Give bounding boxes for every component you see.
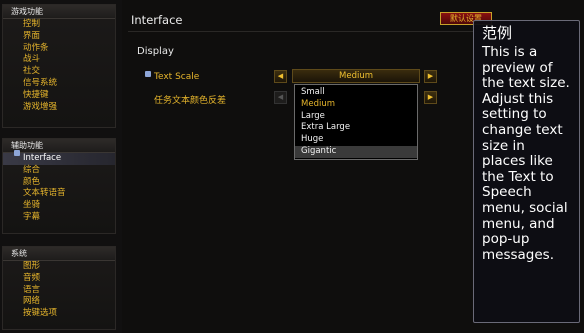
group-system: 系统 图形 音频 语言 网络 按键选项 bbox=[2, 246, 116, 330]
nav-item-audio[interactable]: 音频 bbox=[3, 273, 115, 285]
dropdown-option-gigantic[interactable]: Gigantic bbox=[295, 145, 417, 158]
nav-item-combat[interactable]: 战斗 bbox=[3, 54, 115, 66]
arrow-right-icon[interactable]: ▶ bbox=[424, 91, 437, 104]
nav-item-accessibility-interface[interactable]: Interface bbox=[3, 150, 115, 165]
nav-item-key-options[interactable]: 按键选项 bbox=[3, 308, 115, 320]
tooltip-title: 范例 bbox=[482, 24, 513, 42]
group-header-gameplay: 游戏功能 bbox=[3, 5, 115, 19]
group-header-system: 系统 bbox=[3, 247, 115, 261]
group-gameplay: 游戏功能 控制 界面 动作条 战斗 社交 信号系统 快捷键 游戏增强 bbox=[2, 4, 116, 128]
invert-quest-text-color-label: 任务文本颜色反差 bbox=[154, 96, 227, 106]
settings-sidebar: 游戏功能 控制 界面 动作条 战斗 社交 信号系统 快捷键 游戏增强 辅助功能 … bbox=[0, 0, 122, 333]
nav-item-mounts[interactable]: 坐骑 bbox=[3, 200, 115, 212]
selected-square-icon bbox=[14, 150, 20, 156]
arrow-left-icon[interactable]: ◀ bbox=[274, 70, 287, 83]
nav-item-keybindings[interactable]: 快捷键 bbox=[3, 90, 115, 102]
dropdown-option-small[interactable]: Small bbox=[295, 87, 417, 99]
nav-item-interface[interactable]: 界面 bbox=[3, 31, 115, 43]
nav-item-text-to-speech[interactable]: 文本转语音 bbox=[3, 188, 115, 200]
arrow-right-icon[interactable]: ▶ bbox=[424, 70, 437, 83]
nav-item-subtitles[interactable]: 字幕 bbox=[3, 212, 115, 224]
nav-item-ping-system[interactable]: 信号系统 bbox=[3, 78, 115, 90]
arrow-left-icon[interactable]: ◀ bbox=[274, 91, 287, 104]
text-scale-label: Text Scale bbox=[154, 72, 200, 82]
title-divider bbox=[128, 31, 474, 32]
nav-item-language[interactable]: 语言 bbox=[3, 285, 115, 297]
nav-item-colors[interactable]: 颜色 bbox=[3, 177, 115, 189]
section-heading: Display bbox=[137, 46, 174, 57]
dropdown-option-extra-large[interactable]: Extra Large bbox=[295, 122, 417, 134]
tooltip-body: This is a preview of the text size. Adju… bbox=[482, 44, 570, 263]
nav-item-enhancements[interactable]: 游戏增强 bbox=[3, 102, 115, 114]
text-size-preview-tooltip: 范例 This is a preview of the text size. A… bbox=[473, 20, 580, 323]
text-scale-dropdown[interactable]: Medium bbox=[292, 69, 420, 83]
nav-item-general[interactable]: 综合 bbox=[3, 165, 115, 177]
nav-item-label: Interface bbox=[23, 153, 62, 163]
nav-item-graphics[interactable]: 图形 bbox=[3, 261, 115, 273]
page-title: Interface bbox=[131, 13, 183, 27]
dropdown-option-huge[interactable]: Huge bbox=[295, 134, 417, 146]
nav-item-controls[interactable]: 控制 bbox=[3, 19, 115, 31]
dropdown-option-medium[interactable]: Medium bbox=[295, 99, 417, 111]
nav-item-action-bars[interactable]: 动作条 bbox=[3, 43, 115, 55]
nav-item-network[interactable]: 网络 bbox=[3, 296, 115, 308]
text-scale-dropdown-list: Small Medium Large Extra Large Huge Giga… bbox=[294, 84, 418, 160]
selected-square-icon bbox=[145, 71, 151, 77]
nav-item-social[interactable]: 社交 bbox=[3, 66, 115, 78]
group-accessibility: 辅助功能 Interface 综合 颜色 文本转语音 坐骑 字幕 bbox=[2, 138, 116, 234]
dropdown-option-large[interactable]: Large bbox=[295, 111, 417, 123]
